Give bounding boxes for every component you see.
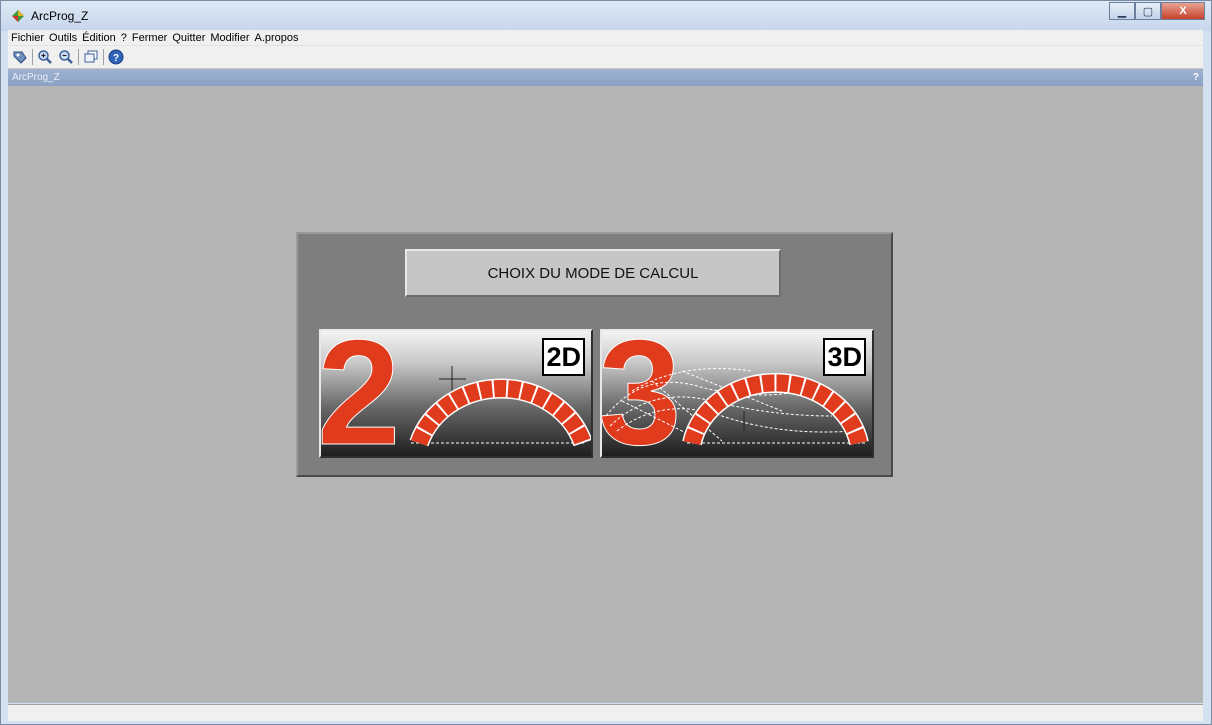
window-icon[interactable] <box>82 48 100 66</box>
mode-heading: CHOIX DU MODE DE CALCUL <box>405 249 781 297</box>
menu-edition[interactable]: Édition <box>79 32 118 44</box>
mode-3d-button[interactable]: 3 3D <box>600 329 874 458</box>
mdi-child-title-bar[interactable]: ArcProg_Z ? <box>8 69 1203 86</box>
menu-modifier[interactable]: Modifier <box>207 32 251 44</box>
menu-bar: Fichier Outils Édition ? Fermer Quitter … <box>8 30 1203 45</box>
close-button[interactable]: X <box>1161 2 1205 20</box>
help-icon[interactable]: ? <box>107 48 125 66</box>
app-icon <box>12 10 24 22</box>
menu-apropos[interactable]: A.propos <box>252 32 301 44</box>
toolbar: ? <box>8 45 1203 69</box>
mode-3d-badge: 3D <box>823 338 866 376</box>
status-bar <box>8 704 1203 721</box>
zoom-out-icon[interactable] <box>57 48 75 66</box>
menu-fichier[interactable]: Fichier <box>8 32 46 44</box>
mdi-help-button[interactable]: ? <box>1193 72 1199 83</box>
mode-2d-badge: 2D <box>542 338 585 376</box>
maximize-button[interactable]: ▢ <box>1135 2 1161 20</box>
mdi-child-title: ArcProg_Z <box>12 72 60 83</box>
mode-2d-button[interactable]: 2 2D <box>319 329 593 458</box>
zoom-in-icon[interactable] <box>36 48 54 66</box>
menu-quitter[interactable]: Quitter <box>169 32 207 44</box>
toolbar-separator <box>78 49 79 65</box>
minimize-button[interactable]: ▁ <box>1109 2 1135 20</box>
toolbar-separator <box>103 49 104 65</box>
toolbar-separator <box>32 49 33 65</box>
menu-fermer[interactable]: Fermer <box>129 32 169 44</box>
caption-buttons: ▁ ▢ X <box>1109 2 1205 22</box>
select-tool-icon[interactable] <box>11 48 29 66</box>
window-title: ArcProg_Z <box>31 9 89 23</box>
menu-outils[interactable]: Outils <box>46 32 79 44</box>
menu-help[interactable]: ? <box>118 32 129 44</box>
title-bar[interactable]: ArcProg_Z ▁ ▢ X <box>1 1 1211 31</box>
svg-text:?: ? <box>113 53 119 64</box>
